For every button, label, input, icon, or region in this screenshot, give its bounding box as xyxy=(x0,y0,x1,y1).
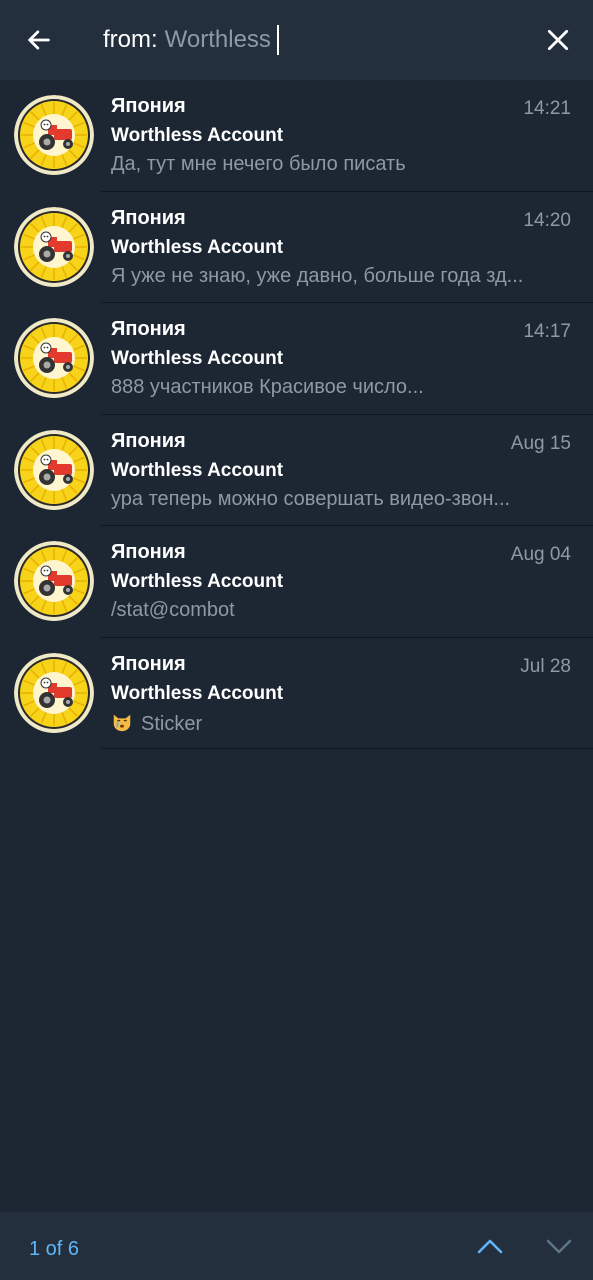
sender-name: Worthless Account xyxy=(111,236,284,258)
message-preview: Да, тут мне нечего было писать xyxy=(111,153,406,175)
back-button[interactable] xyxy=(14,16,64,64)
chat-name: Япония xyxy=(111,652,186,675)
chat-name: Япония xyxy=(111,429,186,452)
message-time: Jul 28 xyxy=(520,655,571,677)
chat-avatar xyxy=(14,429,94,510)
message-preview: /stat@combot xyxy=(111,599,235,621)
lemon-tractor-icon xyxy=(14,652,94,733)
search-result-row[interactable]: Япония 14:20 Worthless Account Я уже не … xyxy=(0,192,593,303)
chat-avatar xyxy=(14,206,94,287)
search-result-row[interactable]: Япония 14:21 Worthless Account Да, тут м… xyxy=(0,80,593,192)
result-counter: 1 of 6 xyxy=(29,1238,80,1260)
lemon-tractor-icon xyxy=(14,429,94,510)
lemon-tractor-icon xyxy=(14,95,94,175)
chevron-up-icon xyxy=(477,1239,503,1254)
search-result-row[interactable]: Япония Jul 28 Worthless Account Sticker xyxy=(0,638,593,749)
search-header: from: Worthless xyxy=(0,0,593,80)
search-result-row[interactable]: Япония Aug 04 Worthless Account /stat@co… xyxy=(0,526,593,638)
chat-name: Япония xyxy=(111,541,186,563)
close-search-button[interactable] xyxy=(534,16,582,64)
lemon-tractor-icon xyxy=(14,318,94,398)
search-result-row[interactable]: Япония 14:17 Worthless Account 888 участ… xyxy=(0,303,593,415)
message-preview-text: Sticker xyxy=(141,712,203,735)
lemon-tractor-icon xyxy=(14,206,94,287)
message-preview: Я уже не знаю, уже давно, больше года зд… xyxy=(111,264,524,287)
next-result-button[interactable] xyxy=(539,1228,579,1264)
close-icon xyxy=(547,29,569,51)
search-navigation-bar: 1 of 6 xyxy=(0,1212,593,1280)
search-results-list: Япония 14:21 Worthless Account Да, тут м… xyxy=(0,80,593,749)
text-caret xyxy=(276,25,279,55)
crying-cat-emoji-icon xyxy=(113,714,131,731)
message-preview: ура теперь можно совершать видео-звон... xyxy=(111,487,511,510)
chat-name: Япония xyxy=(111,95,186,117)
arrow-left-icon xyxy=(28,30,50,50)
sender-name: Worthless Account xyxy=(111,571,284,592)
sender-name: Worthless Account xyxy=(111,682,284,704)
lemon-tractor-icon xyxy=(14,541,94,621)
search-input[interactable]: from: Worthless xyxy=(103,20,279,60)
chat-avatar xyxy=(14,318,94,398)
previous-result-button[interactable] xyxy=(470,1228,510,1264)
sender-name: Worthless Account xyxy=(111,459,284,481)
message-preview: 888 участников Красивое число... xyxy=(111,376,424,398)
chat-avatar xyxy=(14,95,94,175)
chat-name: Япония xyxy=(111,318,186,340)
search-result-row[interactable]: Япония Aug 15 Worthless Account ура тепе… xyxy=(0,415,593,526)
message-time: 14:20 xyxy=(523,209,571,231)
chat-avatar xyxy=(14,541,94,621)
message-time: Aug 04 xyxy=(510,544,571,565)
sender-name: Worthless Account xyxy=(111,348,284,369)
search-query: Worthless xyxy=(164,26,271,53)
row-divider xyxy=(101,748,593,749)
chat-avatar xyxy=(14,652,94,733)
message-time: Aug 15 xyxy=(510,432,571,454)
sender-name: Worthless Account xyxy=(111,125,284,146)
message-preview: Sticker xyxy=(111,711,561,736)
message-time: 14:17 xyxy=(523,321,571,342)
chat-name: Япония xyxy=(111,206,186,229)
message-time: 14:21 xyxy=(523,98,571,119)
search-filter-prefix: from: xyxy=(103,26,158,53)
chevron-down-icon xyxy=(546,1239,572,1254)
